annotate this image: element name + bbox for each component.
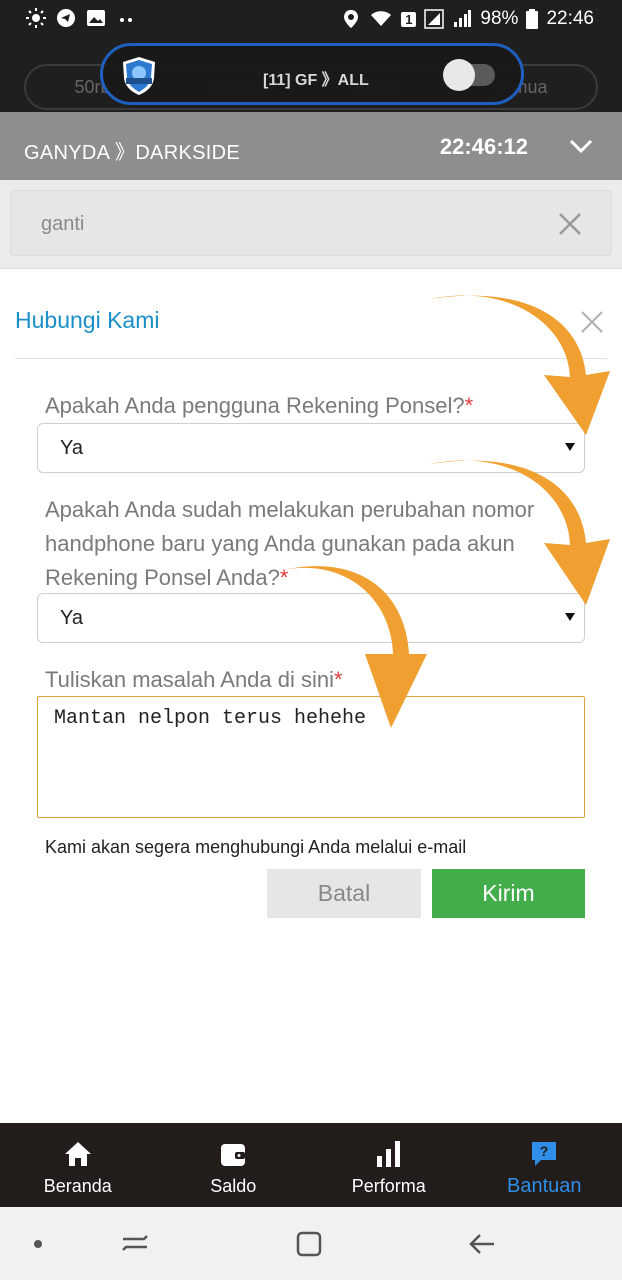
battery-icon	[526, 9, 539, 29]
back-icon[interactable]	[466, 1227, 500, 1261]
contact-dialog: Hubungi Kami Apakah Anda pengguna Rekeni…	[0, 268, 622, 1123]
chevron-down-icon[interactable]	[566, 136, 596, 156]
nav-performance-label: Performa	[351, 1176, 426, 1196]
question-1-value: Ya	[60, 437, 83, 459]
more-dots-icon	[120, 18, 132, 22]
recent-apps-icon[interactable]	[118, 1227, 152, 1261]
search-area	[0, 180, 622, 268]
required-mark: *	[279, 565, 289, 590]
nav-home[interactable]: Beranda	[0, 1123, 156, 1207]
signal-icon-2	[454, 10, 472, 27]
nav-balance-label: Saldo	[210, 1176, 257, 1196]
question-3-label: Tuliskan masalah Anda di sini*	[45, 667, 343, 692]
search-box	[10, 190, 612, 256]
wallet-icon	[221, 1144, 246, 1166]
question-2-select[interactable]: Ya	[37, 593, 585, 643]
status-bar: 1 98% 22:46	[0, 0, 622, 38]
help-icon: ?	[532, 1142, 557, 1166]
email-note: Kami akan segera menghubungi Anda melalu…	[45, 837, 467, 857]
close-icon[interactable]	[557, 211, 583, 237]
nav-help-label: Bantuan	[506, 1175, 582, 1197]
system-nav-bar	[0, 1207, 622, 1280]
overlay-label: [11] GF 》ALL	[263, 72, 369, 89]
gallery-icon	[87, 10, 105, 26]
required-mark: *	[334, 667, 343, 692]
question-1-label: Apakah Anda pengguna Rekening Ponsel?*	[45, 393, 474, 418]
shield-logo-icon	[123, 57, 155, 95]
wifi-icon	[371, 11, 392, 26]
nav-help[interactable]: ? Bantuan	[467, 1123, 622, 1207]
home-icon	[64, 1142, 91, 1166]
page-header: GANYDA 》DARKSIDE 22:46:12	[0, 112, 622, 180]
problem-textarea[interactable]: Mantan nelpon terus hehehe	[37, 696, 585, 818]
svg-text:?: ?	[540, 1143, 549, 1159]
sim-badge: 1	[401, 11, 417, 27]
breadcrumb: GANYDA 》DARKSIDE	[24, 142, 240, 164]
bottom-nav: Beranda Saldo Performa ? Bantuan	[0, 1123, 622, 1207]
toggle-knob	[443, 59, 475, 91]
dot-indicator-icon	[34, 1240, 42, 1248]
cancel-button[interactable]: Batal	[267, 869, 421, 918]
signal-icon	[424, 9, 445, 29]
status-time: 22:46	[546, 8, 594, 29]
nav-performance[interactable]: Performa	[311, 1123, 467, 1207]
question-1-select[interactable]: Ya	[37, 423, 585, 473]
bar-chart-icon	[376, 1141, 400, 1167]
dialog-close-icon[interactable]	[580, 310, 604, 334]
location-icon	[344, 10, 359, 28]
caret-down-icon	[565, 443, 575, 451]
overlay-toggle[interactable]	[443, 59, 495, 91]
nav-balance[interactable]: Saldo	[156, 1123, 312, 1207]
question-2-value: Ya	[60, 607, 83, 629]
nav-home-label: Beranda	[43, 1176, 112, 1196]
dialog-divider	[15, 358, 607, 359]
header-clock: 22:46:12	[439, 134, 528, 159]
caret-down-icon	[565, 613, 575, 621]
search-input[interactable]	[41, 209, 501, 239]
telegram-icon	[57, 9, 75, 27]
brightness-icon	[26, 8, 46, 28]
question-2-label: Apakah Anda sudah melakukan perubahan no…	[45, 497, 535, 590]
required-mark: *	[464, 393, 474, 418]
battery-percent: 98%	[480, 8, 519, 29]
floating-overlay[interactable]: [11] GF 》ALL	[100, 43, 524, 105]
send-button[interactable]: Kirim	[432, 869, 585, 918]
dialog-title: Hubungi Kami	[15, 307, 160, 333]
home-button-icon[interactable]	[292, 1227, 326, 1261]
